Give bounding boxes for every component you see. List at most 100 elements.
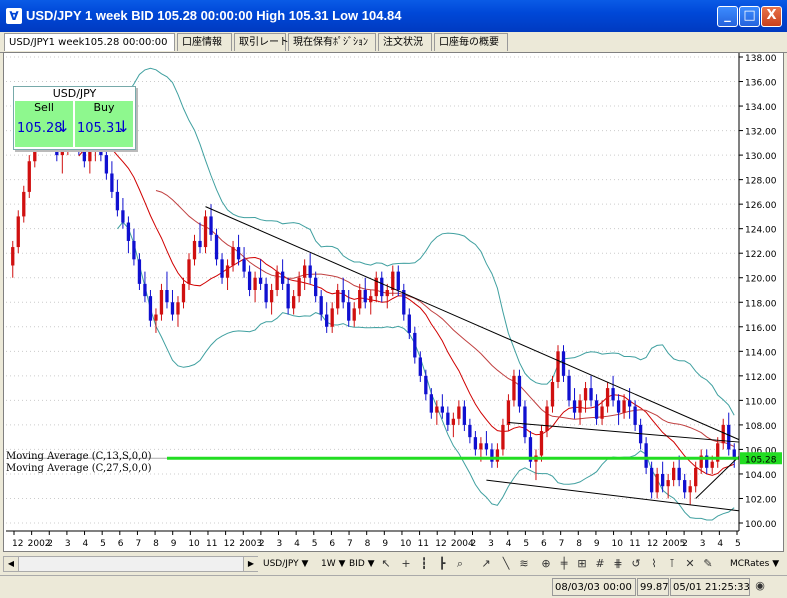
fan-icon[interactable]: ⋕ bbox=[610, 556, 626, 572]
candle-body bbox=[236, 247, 241, 260]
scroll-right-icon[interactable]: ▶ bbox=[243, 557, 258, 571]
y-tick-label: 132.00 bbox=[745, 128, 777, 138]
connection-icon: ◉ bbox=[755, 579, 765, 592]
candle bbox=[176, 296, 180, 327]
bollinger-upper bbox=[117, 67, 735, 416]
study-ma13[interactable]: Moving Average (C,13,S,0,0) bbox=[6, 451, 152, 463]
candle bbox=[666, 473, 670, 499]
study-ma27[interactable]: Moving Average (C,27,S,0,0) bbox=[6, 463, 152, 475]
zoom-icon[interactable]: ⌕ bbox=[452, 556, 468, 572]
candle-body bbox=[121, 210, 125, 223]
buy-cell[interactable]: Buy 105.31 ↓ bbox=[75, 101, 133, 147]
candle bbox=[269, 283, 274, 315]
y-axis: 138.00 136.00 134.00 132.00 130.00 128.00 126.… bbox=[738, 53, 783, 551]
tab-account-info[interactable]: 口座情報 bbox=[177, 33, 232, 51]
candle bbox=[336, 283, 340, 315]
minimize-button[interactable]: _ bbox=[717, 6, 738, 27]
symbol-select[interactable]: USD/JPY ▼ bbox=[263, 556, 308, 572]
candle bbox=[506, 394, 511, 432]
tab-orders[interactable]: 注文状況 bbox=[378, 33, 432, 51]
trendline-icon[interactable]: ╲ bbox=[498, 556, 514, 572]
maximize-button[interactable]: □ bbox=[739, 6, 760, 27]
candle bbox=[534, 449, 538, 481]
close-button[interactable]: X bbox=[761, 6, 782, 27]
candle-body bbox=[512, 375, 516, 401]
x-tick-label: 10 bbox=[188, 539, 200, 549]
candle-body bbox=[187, 259, 191, 284]
crosshair-icon[interactable]: + bbox=[398, 556, 414, 572]
x-tick-label: 5 bbox=[100, 539, 106, 549]
x-tick-label: 6 bbox=[541, 539, 547, 549]
tab-rates[interactable]: 取引レート bbox=[234, 33, 289, 51]
x-tick-label: 9 bbox=[594, 539, 600, 549]
candle bbox=[225, 259, 230, 290]
period-select[interactable]: 1W ▼ bbox=[321, 556, 345, 572]
candle-body bbox=[578, 400, 582, 413]
candle-body bbox=[137, 259, 142, 284]
candle-body bbox=[539, 431, 544, 456]
candle bbox=[473, 431, 478, 456]
candle-body bbox=[633, 406, 637, 425]
chart-scrollbar[interactable]: ◀ ▶ bbox=[3, 556, 258, 572]
candle-body bbox=[611, 388, 615, 401]
grid-icon[interactable]: ⊞ bbox=[574, 556, 590, 572]
candle bbox=[352, 302, 356, 327]
candle bbox=[594, 394, 599, 425]
tab-chart[interactable]: USD/JPY1 week105.28 00:00:00 bbox=[4, 33, 175, 51]
zoom-in-icon[interactable]: ⊕ bbox=[538, 556, 554, 572]
x-tick-label: 4 bbox=[83, 539, 89, 549]
candle-icon[interactable]: ┇ bbox=[416, 556, 432, 572]
text-tool-icon[interactable]: ⊺ bbox=[664, 556, 680, 572]
candle bbox=[600, 400, 604, 425]
candle-body bbox=[286, 283, 290, 309]
cursor-icon[interactable]: ↖ bbox=[378, 556, 394, 572]
channel-icon[interactable]: ╪ bbox=[556, 556, 572, 572]
candle-body bbox=[727, 424, 731, 450]
y-tick-label: 130.00 bbox=[745, 152, 777, 162]
sell-cell[interactable]: Sell 105.28 ↓ bbox=[15, 101, 73, 147]
candle bbox=[402, 283, 406, 321]
tab-account-summary[interactable]: 口座毎の概要 bbox=[434, 33, 508, 51]
candle-body bbox=[501, 424, 505, 450]
candle-body bbox=[616, 400, 621, 413]
candle-body bbox=[198, 240, 202, 248]
candle-body bbox=[732, 449, 736, 459]
candle bbox=[424, 369, 428, 401]
scroll-left-icon[interactable]: ◀ bbox=[4, 557, 19, 571]
candle-body bbox=[429, 394, 433, 413]
y-tick-label: 118.00 bbox=[745, 299, 777, 309]
pencil-icon[interactable]: ✎ bbox=[700, 556, 716, 572]
undo-icon[interactable]: ↺ bbox=[628, 556, 644, 572]
x-axis: 12 20022 3 4 5 6 7 8 9 10 11 12 20032 3 4 5 6 7 8 9 10 11 12 20… bbox=[6, 530, 741, 549]
candle-body bbox=[341, 290, 345, 303]
side-select[interactable]: BID ▼ bbox=[349, 556, 375, 572]
candle-body bbox=[303, 265, 307, 278]
pointer-icon[interactable]: ↗ bbox=[478, 556, 494, 572]
mcrates-select[interactable]: MCRates ▼ bbox=[730, 556, 779, 572]
candle bbox=[242, 247, 246, 278]
candle-body bbox=[264, 283, 268, 303]
candle bbox=[380, 271, 384, 303]
candle-body bbox=[672, 467, 676, 481]
candle-body bbox=[258, 277, 263, 284]
candle bbox=[198, 222, 202, 254]
candle bbox=[490, 443, 494, 468]
line-tool-icon[interactable]: ⌇ bbox=[646, 556, 662, 572]
trendline-upper bbox=[205, 206, 740, 441]
fib-icon[interactable]: ≋ bbox=[516, 556, 532, 572]
candle bbox=[264, 277, 268, 309]
x-tick-label: 11 bbox=[629, 539, 640, 549]
candle-body bbox=[391, 271, 395, 290]
candle-body bbox=[170, 302, 175, 315]
delete-icon[interactable]: ✕ bbox=[682, 556, 698, 572]
y-tick-label: 102.00 bbox=[745, 495, 777, 505]
study-labels: Moving Average (C,13,S,0,0) Moving Avera… bbox=[6, 451, 152, 475]
tab-positions[interactable]: 現在保有ﾎﾟｼﾞｼｮﾝ bbox=[288, 33, 376, 51]
candle bbox=[258, 259, 263, 290]
x-tick-label: 7 bbox=[559, 539, 565, 549]
candle-body bbox=[396, 271, 400, 290]
candle bbox=[677, 455, 681, 487]
hash-icon[interactable]: # bbox=[592, 556, 608, 572]
x-tick-label: 10 bbox=[400, 539, 412, 549]
bar-chart-icon[interactable]: ┣ bbox=[434, 556, 450, 572]
